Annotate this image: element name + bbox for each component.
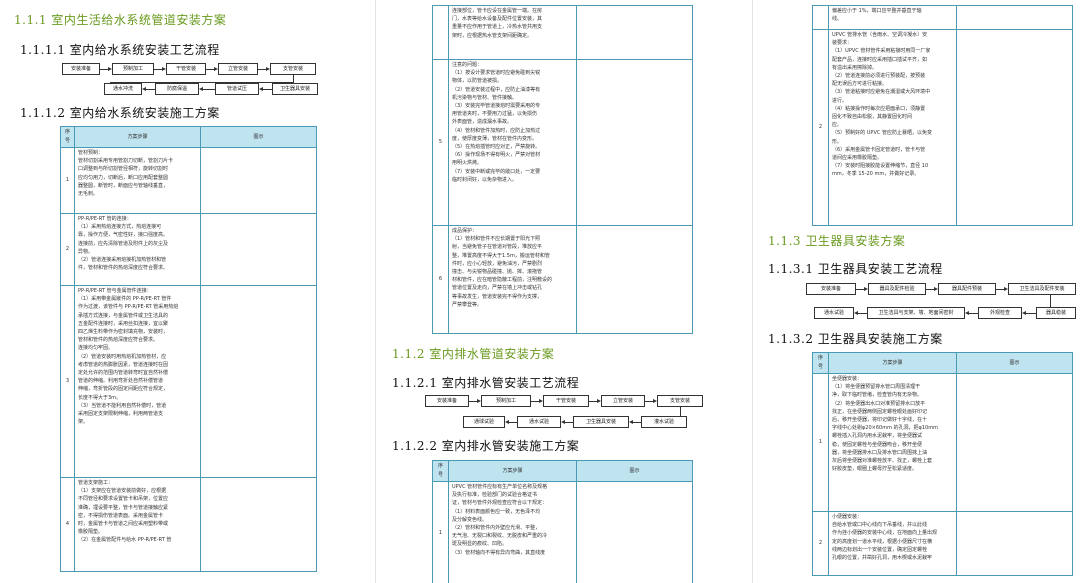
flow-step: 卫生器具安装 (272, 83, 318, 95)
illustration-cell (576, 225, 693, 334)
row-number (432, 5, 449, 60)
column-header: 图示 (576, 460, 693, 482)
flow-step: 安装准备 (62, 63, 100, 75)
section-heading-1-1-2: 1.1.2 室内排水管道安装方案 (392, 347, 555, 361)
step-text: PP-R/PE-RT 管与金属管件连接： （1）采用带金属嵌件的 PP-R/PE-… (74, 285, 201, 478)
table-row: 偏差应小于 1%，端口应平整并垂直于轴 线。 (812, 5, 1073, 30)
step-text: 小便器安装： 自给水管或口中心线向下吊垂线，并以此线 作为挂小便器的安装中心线，在地… (828, 511, 957, 576)
flow-step: 干管安装 (166, 63, 206, 75)
illustration-cell (576, 481, 693, 583)
row-number: 4 (60, 477, 75, 572)
flow-step: 管道试压 (215, 83, 259, 95)
table-row: 2 小便器安装： 自给水管或口中心线向下吊垂线，并以此线 作为挂小便器的安装中心线，… (812, 511, 1073, 576)
column-header: 序号 (812, 352, 829, 374)
table-row: 2 PP-R/PE-RT 管的连接： （1）采用热熔连接方式，热熔连接可 靠，操作方… (60, 213, 317, 286)
table-row: 6 成品保护： （1）管材和管件不应长期置于阳光下照 射，当避免管子在管道对管段，堆… (432, 225, 693, 334)
row-number: 6 (432, 225, 449, 334)
flow-step: 预制加工 (481, 395, 531, 407)
illustration-cell (956, 29, 1073, 226)
water-supply-table: 序号 方案步骤 图示 1 管材预制： 管材切割采用专用管割刀切断，管割刀片卡 口调整… (60, 126, 317, 572)
section-heading-1-1-1: 1.1.1 室内生活给水系统管道安装方案 (14, 13, 227, 27)
table-row: 1 UPVC 管材管件应标有生产单位名称及规格 及执行标准，检验部门的试验合格证书… (432, 481, 693, 583)
step-text: 坐便器安装： （1）将坐便器预留排水管口周围清理干 净，取下临时管堵，检查管内有无杂… (828, 373, 957, 512)
step-text: 偏差应小于 1%，端口应平整并垂直于轴 线。 (828, 5, 957, 30)
step-text: UPVC 管材管件应标有生产单位名称及规格 及执行标准，检验部门的试验合格证书 证，… (448, 481, 577, 583)
flow-step: 安装准备 (806, 283, 856, 295)
subsection-heading-1-1-1-2: 1.1.1.2 室内给水系统安装施工方案 (20, 106, 220, 120)
row-number: 2 (812, 511, 829, 576)
illustration-cell (200, 477, 317, 572)
illustration-cell (200, 147, 317, 214)
flow-step: 外观检查 (978, 307, 1022, 319)
table-row: 1 坐便器安装： （1）将坐便器预留排水管口周围清理干 净，取下临时管堵，检查管内有… (812, 373, 1073, 512)
column-header: 序号 (432, 460, 449, 482)
step-text: 成品保护： （1）管材和管件不应长期置于阳光下照 射，当避免管子在管道对管段，堆放应… (448, 225, 577, 334)
flow-step: 器具配件预装 (938, 283, 996, 295)
flow-step: 支管安装 (657, 395, 703, 407)
illustration-cell (200, 213, 317, 286)
illustration-cell (576, 5, 693, 60)
column-header: 图示 (956, 352, 1073, 374)
row-number: 2 (812, 29, 829, 226)
drainage-table-continued: 偏差应小于 1%，端口应平整并垂直于轴 线。 2 UPVC 管排水管（含雨水、空调… (812, 5, 1073, 226)
illustration-cell (956, 5, 1073, 30)
flow-step: 通水试验 (814, 307, 854, 319)
flow-step: 器具及配件检验 (868, 283, 926, 295)
table-row: 4 管道支架施工： （1）支架应在管道安装前做好，应根据 不同管径和要求设置管卡和吊… (60, 477, 317, 572)
step-text: 连接部位，管卡应设在金属管一端。在房 门，水表等给水设备及配件位置安装，其 重量不应… (448, 5, 577, 60)
subsection-heading-1-1-2-1: 1.1.2.1 室内排水管安装工艺流程 (392, 376, 580, 390)
page-divider (752, 0, 753, 583)
subsection-heading-1-1-3-2: 1.1.3.2 卫生器具安装施工方案 (768, 332, 943, 346)
row-number: 3 (60, 285, 75, 478)
page-divider (375, 0, 376, 583)
step-text: 注意的问题： （1）按设计要求管道时应避免碰到尖锐 物体，以防管道被损。 （2）管道安… (448, 59, 577, 226)
row-number: 1 (812, 373, 829, 512)
drainage-table: 序号 方案步骤 图示 1 UPVC 管材管件应标有生产单位名称及规格 及执行标准，… (432, 460, 693, 583)
row-number: 1 (60, 147, 75, 214)
column-header: 图示 (200, 126, 317, 148)
table-row: 5 注意的问题： （1）按设计要求管道时应避免碰到尖锐 物体，以防管道被损。 （2）管… (432, 59, 693, 226)
flow-step: 卫生洁具与支架、墙、地面间密封 (867, 307, 965, 319)
table-row: 2 UPVC 管排水管（含雨水、空调冷凝水）安 装要求： （1）UPVC 管材管件采… (812, 29, 1073, 226)
illustration-cell (956, 511, 1073, 576)
illustration-cell (200, 285, 317, 478)
water-supply-table-continued: 连接部位，管卡应设在金属管一端。在房 门，水表等给水设备及配件位置安装，其 重量不应… (432, 5, 693, 334)
illustration-cell (576, 59, 693, 226)
flow-step: 卫生器具安装 (573, 416, 629, 428)
flow-step: 支管安装 (270, 63, 316, 75)
table-row: 3 PP-R/PE-RT 管与金属管件连接： （1）采用带金属嵌件的 PP-R/P… (60, 285, 317, 478)
fixture-table: 序号 方案步骤 图示 1 坐便器安装： （1）将坐便器预留排水管口周围清理干 净，取… (812, 352, 1073, 576)
flow-step: 安装准备 (425, 395, 469, 407)
flow-step: 卫生洁具及配件安装 (1008, 283, 1076, 295)
table-row: 1 管材预制： 管材切割采用专用管割刀切断，管割刀片卡 口调整到与所切割管径相符，旋… (60, 147, 317, 214)
row-number: 2 (60, 213, 75, 286)
step-text: 管材预制： 管材切割采用专用管割刀切断，管割刀片卡 口调整到与所切割管径相符，旋转切… (74, 147, 201, 214)
column-header: 方案步骤 (448, 460, 577, 482)
row-number: 5 (432, 59, 449, 226)
flow-step: 通水试验 (517, 416, 561, 428)
row-number (812, 5, 829, 30)
flow-step: 防腐保温 (155, 83, 199, 95)
flow-step: 干管安装 (543, 395, 589, 407)
flow-step: 立管安装 (218, 63, 258, 75)
flow-step: 通球试验 (463, 416, 505, 428)
subsection-heading-1-1-3-1: 1.1.3.1 卫生器具安装工艺流程 (768, 262, 943, 276)
step-text: PP-R/PE-RT 管的连接： （1）采用热熔连接方式，热熔连接可 靠，操作方便，… (74, 213, 201, 286)
flow-step: 通水冲洗 (104, 83, 142, 95)
column-header: 方案步骤 (828, 352, 957, 374)
illustration-cell (956, 373, 1073, 512)
column-header: 序号 (60, 126, 75, 148)
column-header: 方案步骤 (74, 126, 201, 148)
table-row: 连接部位，管卡应设在金属管一端。在房 门，水表等给水设备及配件位置安装，其 重量不应… (432, 5, 693, 60)
flow-step: 预制加工 (112, 63, 154, 75)
step-text: 管道支架施工： （1）支架应在管道安装前做好，应根据 不同管径和要求设置管卡和吊架，… (74, 477, 201, 572)
subsection-heading-1-1-1-1: 1.1.1.1 室内给水系统安装工艺流程 (20, 43, 220, 57)
subsection-heading-1-1-2-2: 1.1.2.2 室内排水管安装施工方案 (392, 439, 580, 453)
row-number: 1 (432, 481, 449, 583)
flow-step: 灌水试验 (641, 416, 687, 428)
flow-step: 立管安装 (601, 395, 645, 407)
flow-step: 器具稳装 (1036, 307, 1076, 319)
step-text: UPVC 管排水管（含雨水、空调冷凝水）安 装要求： （1）UPVC 管材管件采用粘… (828, 29, 957, 226)
section-heading-1-1-3: 1.1.3 卫生器具安装方案 (768, 234, 906, 248)
